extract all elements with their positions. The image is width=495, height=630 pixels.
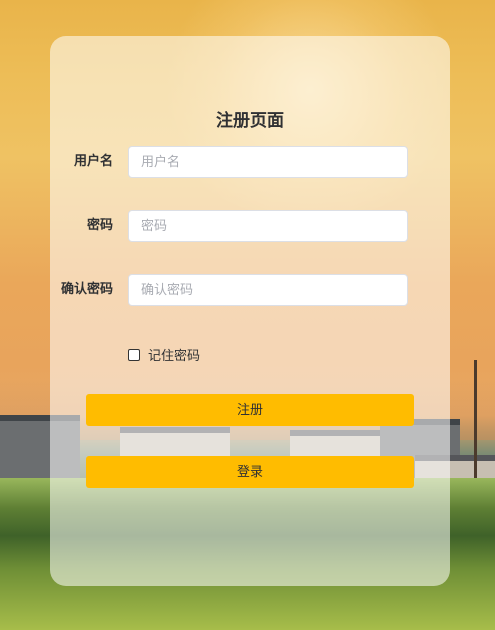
page-title: 注册页面: [216, 111, 284, 131]
utility-pole: [474, 360, 477, 480]
username-label: 用户名: [73, 154, 113, 169]
password-input[interactable]: [128, 210, 408, 242]
remember-password-checkbox[interactable]: [128, 348, 140, 361]
remember-password-option[interactable]: 记住密码: [128, 345, 200, 364]
remember-password-label: 记住密码: [148, 349, 201, 364]
password-label: 密码: [86, 218, 113, 233]
register-button[interactable]: 注册: [86, 394, 414, 426]
register-card: 注册页面 用户名 密码 确认密码 记住密码 注册 登录: [50, 36, 450, 586]
username-input[interactable]: [128, 146, 408, 178]
confirm-password-input[interactable]: [128, 274, 408, 306]
login-button[interactable]: 登录: [86, 456, 414, 488]
confirm-password-label: 确认密码: [60, 282, 113, 297]
